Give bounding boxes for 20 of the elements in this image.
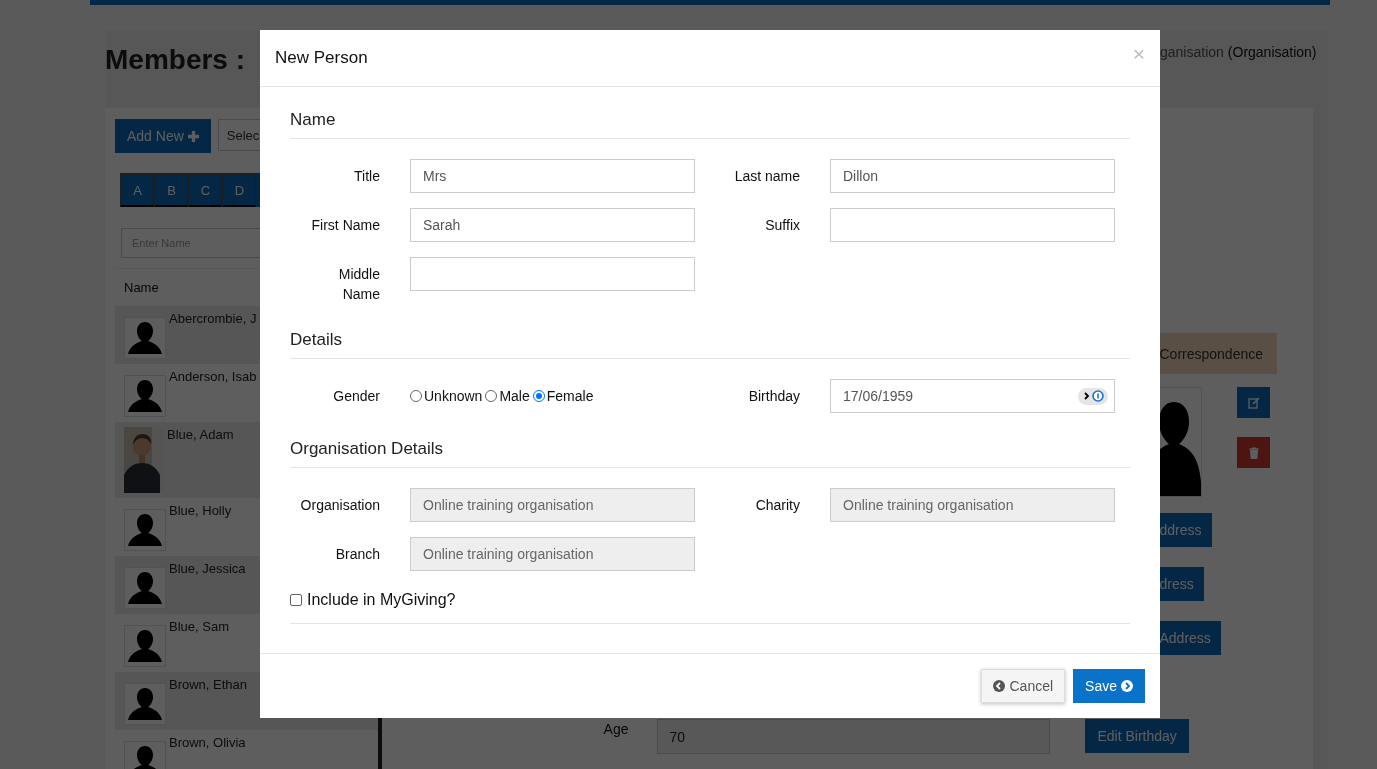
- dialog-title: New Person: [275, 48, 368, 68]
- field-label: Title: [354, 167, 380, 186]
- field-label: Middle Name: [337, 265, 380, 304]
- readonly-field: Online training organisation: [410, 488, 695, 522]
- organisation-text: ganisation: [1160, 44, 1224, 60]
- field-label: Gender: [333, 387, 380, 406]
- age-field: 70: [657, 719, 1051, 754]
- field-label: Age: [602, 721, 629, 737]
- field-label: Charity: [755, 496, 800, 515]
- readonly-field: Online training organisation: [830, 488, 1115, 522]
- page-title: Members :: [105, 44, 246, 76]
- organisation-name: (Organisation): [1227, 44, 1317, 60]
- section-heading: Organisation Details: [290, 439, 1130, 468]
- field-label: Suffix: [765, 216, 800, 235]
- field-label: Organisation: [300, 496, 380, 515]
- readonly-field: Online training organisation: [410, 537, 695, 571]
- section-heading: Name: [290, 110, 1130, 139]
- field-label: Last name: [734, 167, 800, 186]
- field-label: Birthday: [748, 387, 800, 406]
- section-heading: Details: [290, 330, 1130, 359]
